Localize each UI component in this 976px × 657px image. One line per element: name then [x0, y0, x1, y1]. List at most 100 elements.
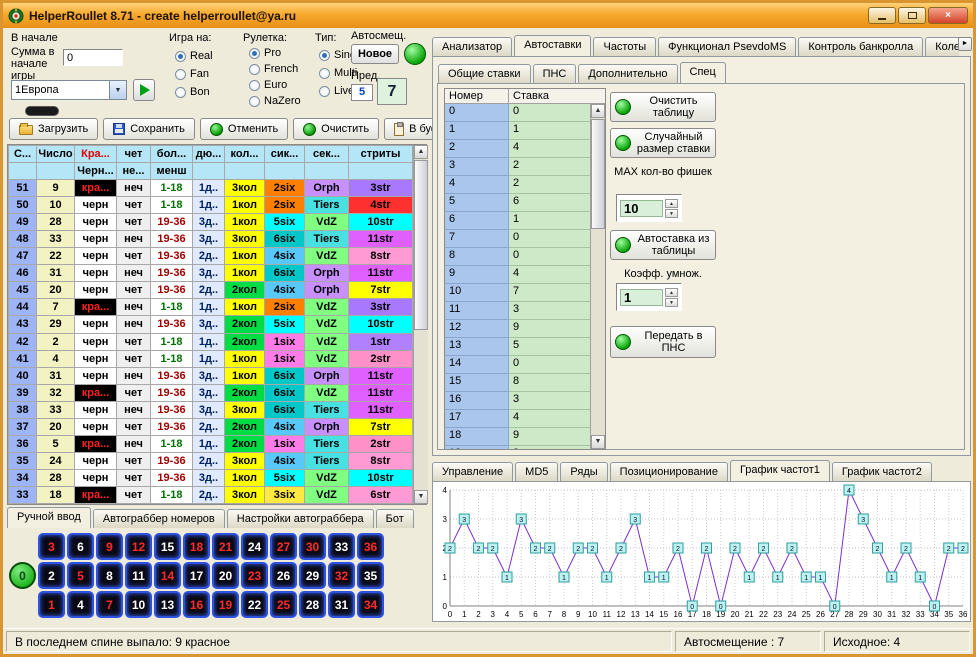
- history-scrollbar[interactable]: ▲ ▼: [413, 145, 428, 504]
- chart-tab-2[interactable]: Ряды: [560, 462, 607, 481]
- roulette-radio-pro[interactable]: Pro: [249, 47, 301, 59]
- bet-stake-cell[interactable]: 1: [509, 212, 590, 230]
- bet-stake-cell[interactable]: 2: [509, 446, 590, 449]
- number-button-15[interactable]: 15: [154, 533, 181, 560]
- bet-stake-cell[interactable]: 0: [509, 248, 590, 266]
- main-tab-0[interactable]: Анализатор: [432, 37, 512, 56]
- start-sum-input[interactable]: [63, 49, 123, 66]
- bet-stake-cell[interactable]: 2: [509, 176, 590, 194]
- scroll-down-icon[interactable]: ▼: [591, 435, 605, 449]
- chart-tab-0[interactable]: Управление: [432, 462, 513, 481]
- number-button-32[interactable]: 32: [328, 562, 355, 589]
- number-button-27[interactable]: 27: [270, 533, 297, 560]
- tab-scroll-button[interactable]: ►: [958, 37, 972, 51]
- number-button-23[interactable]: 23: [241, 562, 268, 589]
- input-tab-3[interactable]: Бот: [376, 509, 414, 528]
- number-button-22[interactable]: 22: [241, 591, 268, 618]
- spin-up-icon[interactable]: ▲: [665, 288, 678, 297]
- bet-stake-cell[interactable]: 2: [509, 158, 590, 176]
- autobet-from-table-button[interactable]: Автоставка из таблицы: [610, 230, 716, 260]
- max-chips-input[interactable]: [620, 200, 663, 217]
- game-combo-value[interactable]: [12, 81, 109, 99]
- autobets-tab-2[interactable]: Дополнительно: [578, 64, 677, 83]
- input-tab-2[interactable]: Настройки автограббера: [227, 509, 374, 528]
- number-button-26[interactable]: 26: [270, 562, 297, 589]
- bet-scrollbar[interactable]: ▲ ▼: [590, 104, 605, 449]
- bet-stake-cell[interactable]: 4: [509, 140, 590, 158]
- number-button-31[interactable]: 31: [328, 591, 355, 618]
- number-button-29[interactable]: 29: [299, 562, 326, 589]
- input-tab-0[interactable]: Ручной ввод: [7, 507, 91, 528]
- spin-up-icon[interactable]: ▲: [665, 199, 678, 208]
- toolbar-folder-button[interactable]: Загрузить: [9, 118, 98, 140]
- spin-down-icon[interactable]: ▼: [665, 298, 678, 307]
- bet-stake-cell[interactable]: 0: [509, 230, 590, 248]
- number-button-18[interactable]: 18: [183, 533, 210, 560]
- history-scroll-track[interactable]: [414, 159, 428, 490]
- number-button-16[interactable]: 16: [183, 591, 210, 618]
- number-button-9[interactable]: 9: [96, 533, 123, 560]
- play-button[interactable]: [133, 79, 155, 101]
- number-button-28[interactable]: 28: [299, 591, 326, 618]
- bet-stake-cell[interactable]: 6: [509, 194, 590, 212]
- bet-stake-cell[interactable]: 4: [509, 410, 590, 428]
- number-button-5[interactable]: 5: [67, 562, 94, 589]
- number-button-13[interactable]: 13: [154, 591, 181, 618]
- number-button-7[interactable]: 7: [96, 591, 123, 618]
- collapse-button[interactable]: [25, 106, 59, 116]
- chart-tab-4[interactable]: График частот1: [730, 460, 830, 481]
- number-button-33[interactable]: 33: [328, 533, 355, 560]
- number-button-11[interactable]: 11: [125, 562, 152, 589]
- autobets-tab-1[interactable]: ПНС: [533, 64, 577, 83]
- main-tab-1[interactable]: Автоставки: [514, 35, 591, 56]
- bet-stake-cell[interactable]: 4: [509, 266, 590, 284]
- bet-stake-cell[interactable]: 9: [509, 428, 590, 446]
- maximize-button[interactable]: [898, 7, 926, 24]
- number-button-17[interactable]: 17: [183, 562, 210, 589]
- close-button[interactable]: ×: [928, 7, 968, 24]
- scroll-up-icon[interactable]: ▲: [591, 104, 605, 118]
- number-button-8[interactable]: 8: [96, 562, 123, 589]
- number-button-34[interactable]: 34: [357, 591, 384, 618]
- number-button-30[interactable]: 30: [299, 533, 326, 560]
- chart-tab-1[interactable]: MD5: [515, 462, 558, 481]
- number-button-36[interactable]: 36: [357, 533, 384, 560]
- roulette-radio-french[interactable]: French: [249, 63, 301, 75]
- number-button-20[interactable]: 20: [212, 562, 239, 589]
- toolbar-erase-button[interactable]: Очистить: [293, 118, 379, 140]
- game-on-radio-real[interactable]: Real: [175, 50, 213, 62]
- autobets-tab-3[interactable]: Спец: [680, 62, 726, 83]
- clear-table-button[interactable]: Очистить таблицу: [610, 92, 716, 122]
- autobets-tab-0[interactable]: Общие ставки: [438, 64, 531, 83]
- spin-down-icon[interactable]: ▼: [665, 209, 678, 218]
- random-bet-button[interactable]: Случайный размер ставки: [610, 128, 716, 158]
- bet-stake-cell[interactable]: 5: [509, 338, 590, 356]
- number-button-12[interactable]: 12: [125, 533, 152, 560]
- toolbar-undo-button[interactable]: Отменить: [200, 118, 288, 140]
- main-tab-5[interactable]: Колесо ру: [925, 37, 959, 56]
- bet-stake-cell[interactable]: 1: [509, 122, 590, 140]
- number-button-35[interactable]: 35: [357, 562, 384, 589]
- bet-stake-cell[interactable]: 0: [509, 104, 590, 122]
- input-tab-1[interactable]: Автограббер номеров: [93, 509, 225, 528]
- scroll-up-icon[interactable]: ▲: [414, 145, 428, 159]
- toolbar-save-button[interactable]: Сохранить: [103, 118, 195, 140]
- bet-scroll-thumb[interactable]: [591, 119, 605, 229]
- number-button-19[interactable]: 19: [212, 591, 239, 618]
- bet-stake-cell[interactable]: 9: [509, 320, 590, 338]
- bet-stake-cell[interactable]: 8: [509, 374, 590, 392]
- number-button-3[interactable]: 3: [38, 533, 65, 560]
- number-button-25[interactable]: 25: [270, 591, 297, 618]
- chart-tab-3[interactable]: Позиционирование: [610, 462, 728, 481]
- history-scroll-thumb[interactable]: [414, 160, 428, 330]
- number-button-21[interactable]: 21: [212, 533, 239, 560]
- number-button-2[interactable]: 2: [38, 562, 65, 589]
- bet-scroll-track[interactable]: [591, 118, 605, 435]
- bet-stake-cell[interactable]: 0: [509, 356, 590, 374]
- number-button-4[interactable]: 4: [67, 591, 94, 618]
- game-on-radio-fan[interactable]: Fan: [175, 68, 213, 80]
- minimize-button[interactable]: [868, 7, 896, 24]
- game-combo[interactable]: ▼: [11, 80, 127, 100]
- number-button-24[interactable]: 24: [241, 533, 268, 560]
- scroll-down-icon[interactable]: ▼: [414, 490, 428, 504]
